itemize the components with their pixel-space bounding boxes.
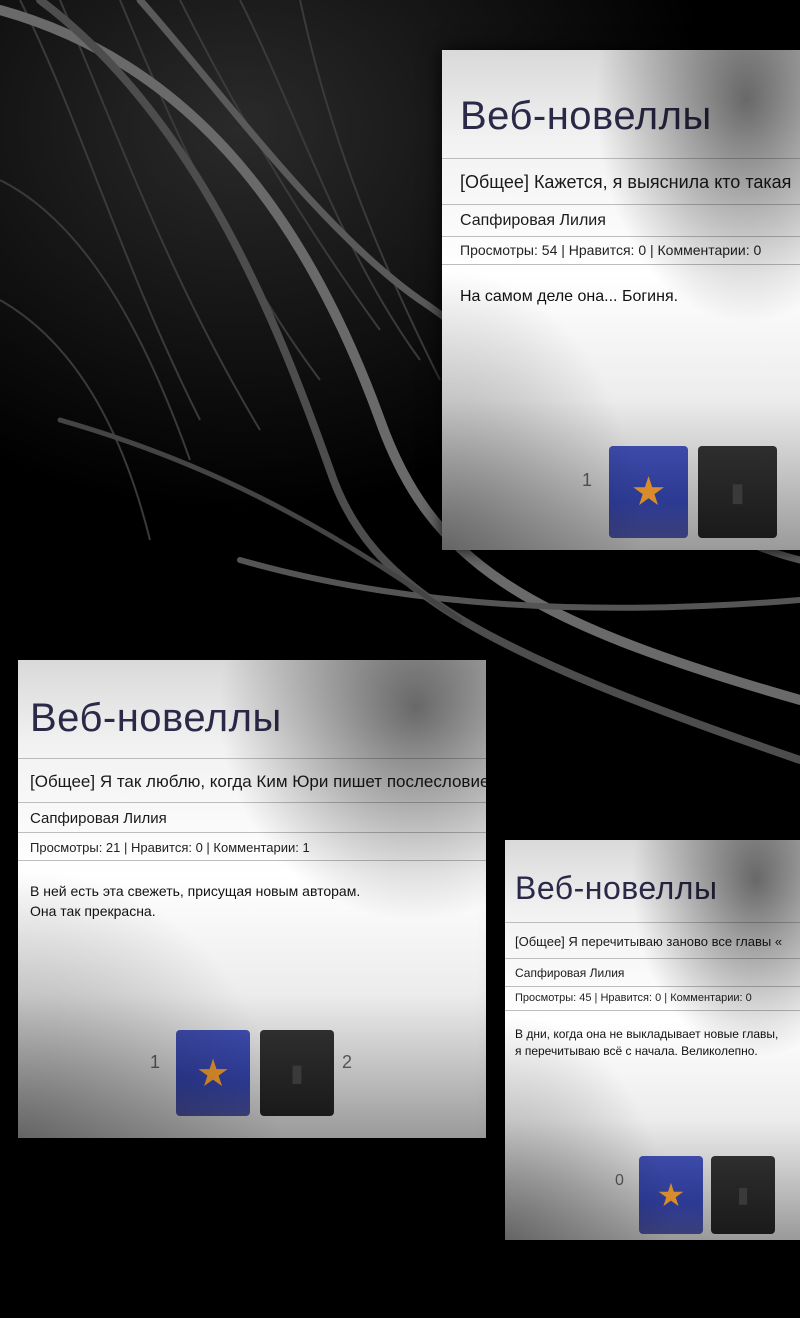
post-title[interactable]: [Общее] Я так люблю, когда Ким Юри пишет…: [30, 772, 486, 792]
divider: [18, 860, 486, 861]
author-name[interactable]: Сапфировая Лилия: [515, 966, 624, 980]
divider: [442, 236, 800, 237]
like-button[interactable]: ★: [639, 1156, 703, 1234]
post-panel-3: Веб-новеллы [Общее] Я перечитываю заново…: [505, 840, 800, 1240]
post-panel-2: Веб-новеллы [Общее] Я так люблю, когда К…: [18, 660, 486, 1138]
post-stats: Просмотры: 54 | Нравится: 0 | Комментари…: [460, 242, 762, 258]
like-button[interactable]: ★: [609, 446, 688, 538]
star-icon: ★: [630, 470, 667, 514]
dislike-button[interactable]: ▮: [260, 1030, 334, 1116]
dislike-icon: ▮: [730, 476, 745, 507]
divider: [442, 204, 800, 205]
divider: [505, 986, 800, 987]
star-icon: ★: [656, 1177, 686, 1213]
divider: [505, 922, 800, 923]
author-name[interactable]: Сапфировая Лилия: [30, 810, 167, 827]
post-title[interactable]: [Общее] Кажется, я выяснила кто такая: [460, 172, 791, 193]
like-count: 1: [582, 470, 593, 490]
site-title: Веб-новеллы: [460, 94, 712, 138]
like-button[interactable]: ★: [176, 1030, 250, 1116]
site-title: Веб-новеллы: [30, 696, 282, 740]
post-body: В ней есть эта свежеть, присущая новым а…: [30, 883, 361, 919]
dislike-button[interactable]: ▮: [711, 1156, 775, 1234]
post-body: На самом деле она... Богиня.: [460, 288, 679, 305]
post-title[interactable]: [Общее] Я перечитываю заново все главы «: [515, 934, 782, 949]
divider: [505, 1010, 800, 1011]
like-count: 0: [615, 1172, 624, 1189]
dislike-count: 2: [342, 1052, 353, 1072]
post-stats: Просмотры: 45 | Нравится: 0 | Комментари…: [515, 992, 752, 1004]
dislike-icon: ▮: [290, 1059, 304, 1087]
divider: [442, 158, 800, 159]
dislike-button[interactable]: ▮: [698, 446, 777, 538]
site-title: Веб-новеллы: [515, 870, 718, 906]
post-stats: Просмотры: 21 | Нравится: 0 | Комментари…: [30, 840, 310, 855]
divider: [18, 758, 486, 759]
star-icon: ★: [195, 1052, 231, 1095]
divider: [18, 802, 486, 803]
divider: [505, 958, 800, 959]
like-count: 1: [150, 1052, 161, 1072]
author-name[interactable]: Сапфировая Лилия: [460, 212, 606, 230]
post-body: В дни, когда она не выкладывает новые гл…: [515, 1027, 779, 1058]
post-panel-1: Веб-новеллы [Общее] Кажется, я выяснила …: [442, 50, 800, 550]
divider: [18, 832, 486, 833]
dislike-icon: ▮: [736, 1182, 750, 1207]
divider: [442, 264, 800, 265]
